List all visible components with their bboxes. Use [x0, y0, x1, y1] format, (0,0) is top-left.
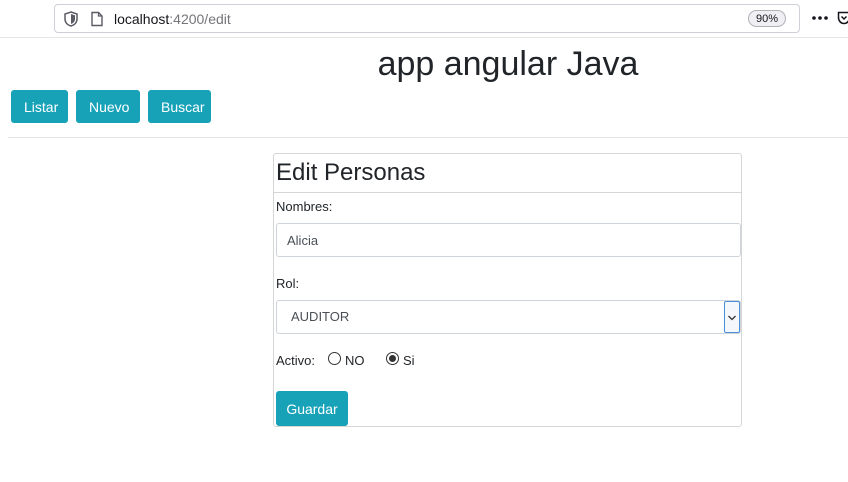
activo-no-label[interactable]: NO — [345, 353, 365, 369]
browser-toolbar: localhost:4200/edit 90% — [0, 0, 848, 38]
rol-label: Rol: — [276, 276, 300, 291]
nuevo-button[interactable]: Nuevo — [76, 90, 140, 123]
radio-checked-dot — [389, 355, 396, 362]
buscar-button[interactable]: Buscar — [148, 90, 211, 123]
listar-button[interactable]: Listar — [11, 90, 68, 123]
more-icon[interactable] — [811, 10, 829, 26]
app-title: app angular Java — [377, 45, 639, 83]
pocket-icon[interactable] — [837, 10, 848, 26]
rol-select[interactable]: AUDITOR — [276, 300, 741, 334]
activo-no-radio[interactable] — [328, 352, 341, 365]
url-text[interactable]: localhost:4200/edit — [114, 11, 231, 27]
card-header: Edit Personas — [274, 154, 741, 193]
page-icon[interactable] — [90, 11, 104, 27]
rol-selected-value: AUDITOR — [291, 309, 350, 324]
address-bar[interactable]: localhost:4200/edit 90% — [54, 4, 800, 33]
zoom-badge[interactable]: 90% — [748, 10, 786, 27]
select-dropdown-button[interactable] — [724, 301, 740, 333]
guardar-button[interactable]: Guardar — [276, 391, 348, 426]
nav-buttons: Listar Nuevo Buscar — [11, 90, 211, 123]
shield-icon[interactable] — [64, 11, 78, 27]
url-host: localhost — [114, 11, 170, 27]
chevron-down-icon — [728, 315, 736, 321]
form-title: Edit Personas — [276, 159, 426, 186]
nombres-label: Nombres: — [276, 199, 333, 214]
nombres-input[interactable] — [276, 223, 741, 257]
url-path: :4200/edit — [169, 11, 231, 27]
edit-persona-card: Edit Personas Nombres: Rol: AUDITOR Acti… — [273, 153, 742, 427]
activo-si-label[interactable]: Si — [403, 353, 415, 369]
activo-si-radio[interactable] — [386, 352, 399, 365]
divider — [8, 137, 848, 138]
activo-label: Activo: — [276, 353, 316, 368]
